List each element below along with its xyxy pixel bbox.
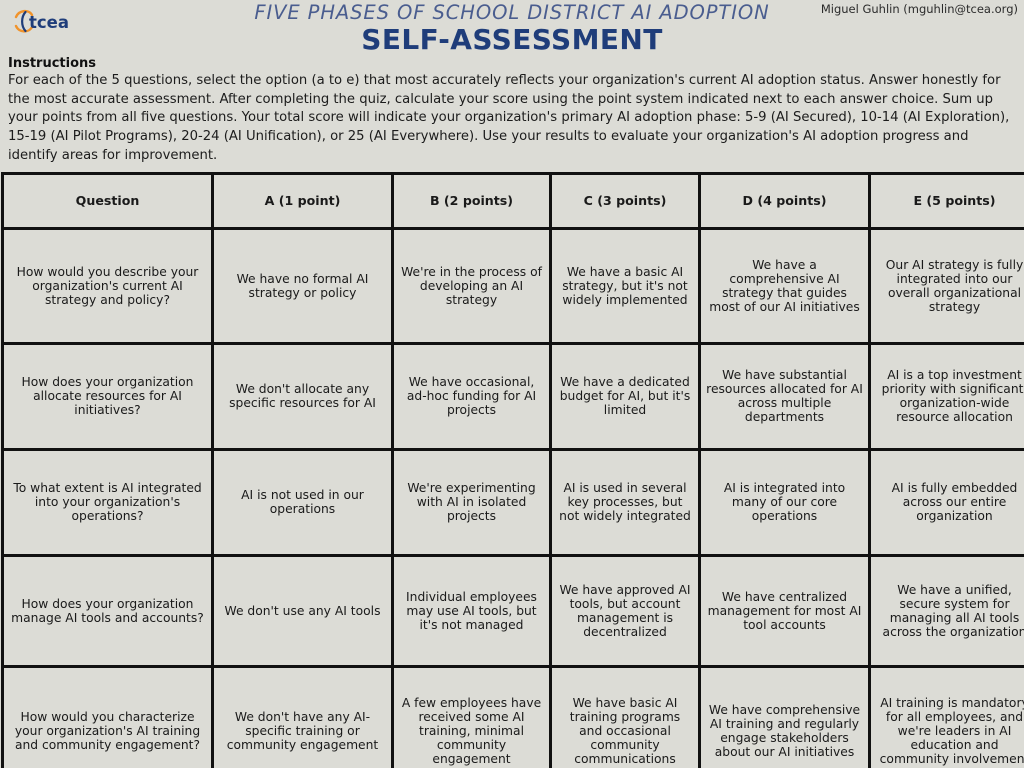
answer-option-a[interactable]: We don't allocate any specific resources… bbox=[214, 344, 391, 448]
column-header-question: Question bbox=[4, 174, 211, 227]
answer-option-c[interactable]: AI is used in several key processes, but… bbox=[552, 450, 698, 554]
answer-option-b[interactable]: We're experimenting with AI in isolated … bbox=[394, 450, 549, 554]
answer-option-e[interactable]: AI is fully embedded across our entire o… bbox=[871, 450, 1024, 554]
assessment-table: Question A (1 point) B (2 points) C (3 p… bbox=[1, 171, 1024, 768]
table-row: How does your organization allocate reso… bbox=[4, 344, 1024, 448]
column-header-b: B (2 points) bbox=[394, 174, 549, 227]
column-header-a: A (1 point) bbox=[214, 174, 391, 227]
answer-option-c[interactable]: We have basic AI training programs and o… bbox=[552, 667, 698, 768]
answer-option-e[interactable]: AI training is mandatory for all employe… bbox=[871, 667, 1024, 768]
table-row: How would you describe your organization… bbox=[4, 229, 1024, 342]
assessment-page: tcea FIVE PHASES OF SCHOOL DISTRICT AI A… bbox=[0, 0, 1024, 768]
question-cell: How does your organization manage AI too… bbox=[4, 556, 211, 665]
answer-option-b[interactable]: We're in the process of developing an AI… bbox=[394, 229, 549, 342]
author-attribution: Miguel Guhlin (mguhlin@tcea.org) bbox=[820, 2, 1018, 16]
question-cell: How would you describe your organization… bbox=[4, 229, 211, 342]
instructions-section: Instructions For each of the 5 questions… bbox=[0, 52, 1024, 170]
answer-option-b[interactable]: A few employees have received some AI tr… bbox=[394, 667, 549, 768]
assessment-table-wrap: Question A (1 point) B (2 points) C (3 p… bbox=[0, 171, 1024, 768]
page-header: tcea FIVE PHASES OF SCHOOL DISTRICT AI A… bbox=[0, 0, 1024, 55]
column-header-e: E (5 points) bbox=[871, 174, 1024, 227]
table-row: How does your organization manage AI too… bbox=[4, 556, 1024, 665]
page-title: SELF-ASSESSMENT bbox=[361, 23, 663, 57]
instructions-body: For each of the 5 questions, select the … bbox=[8, 73, 1010, 163]
answer-option-a[interactable]: AI is not used in our operations bbox=[214, 450, 391, 554]
question-cell: To what extent is AI integrated into you… bbox=[4, 450, 211, 554]
answer-option-a[interactable]: We don't have any AI-specific training o… bbox=[214, 667, 391, 768]
answer-option-d[interactable]: We have centralized management for most … bbox=[701, 556, 868, 665]
answer-option-d[interactable]: We have a comprehensive AI strategy that… bbox=[701, 229, 868, 342]
table-row: To what extent is AI integrated into you… bbox=[4, 450, 1024, 554]
question-cell: How would you characterize your organiza… bbox=[4, 667, 211, 768]
answer-option-c[interactable]: We have a basic AI strategy, but it's no… bbox=[552, 229, 698, 342]
column-header-c: C (3 points) bbox=[552, 174, 698, 227]
tcea-logo: tcea bbox=[10, 8, 88, 36]
instructions-heading: Instructions bbox=[8, 56, 97, 71]
answer-option-c[interactable]: We have a dedicated budget for AI, but i… bbox=[552, 344, 698, 448]
svg-text:tcea: tcea bbox=[29, 13, 69, 32]
answer-option-a[interactable]: We have no formal AI strategy or policy bbox=[214, 229, 391, 342]
table-header-row: Question A (1 point) B (2 points) C (3 p… bbox=[4, 174, 1024, 227]
answer-option-a[interactable]: We don't use any AI tools bbox=[214, 556, 391, 665]
question-cell: How does your organization allocate reso… bbox=[4, 344, 211, 448]
answer-option-c[interactable]: We have approved AI tools, but account m… bbox=[552, 556, 698, 665]
table-row: How would you characterize your organiza… bbox=[4, 667, 1024, 768]
answer-option-d[interactable]: We have comprehensive AI training and re… bbox=[701, 667, 868, 768]
answer-option-e[interactable]: AI is a top investment priority with sig… bbox=[871, 344, 1024, 448]
answer-option-b[interactable]: Individual employees may use AI tools, b… bbox=[394, 556, 549, 665]
answer-option-e[interactable]: We have a unified, secure system for man… bbox=[871, 556, 1024, 665]
answer-option-d[interactable]: AI is integrated into many of our core o… bbox=[701, 450, 868, 554]
column-header-d: D (4 points) bbox=[701, 174, 868, 227]
answer-option-b[interactable]: We have occasional, ad-hoc funding for A… bbox=[394, 344, 549, 448]
answer-option-e[interactable]: Our AI strategy is fully integrated into… bbox=[871, 229, 1024, 342]
answer-option-d[interactable]: We have substantial resources allocated … bbox=[701, 344, 868, 448]
